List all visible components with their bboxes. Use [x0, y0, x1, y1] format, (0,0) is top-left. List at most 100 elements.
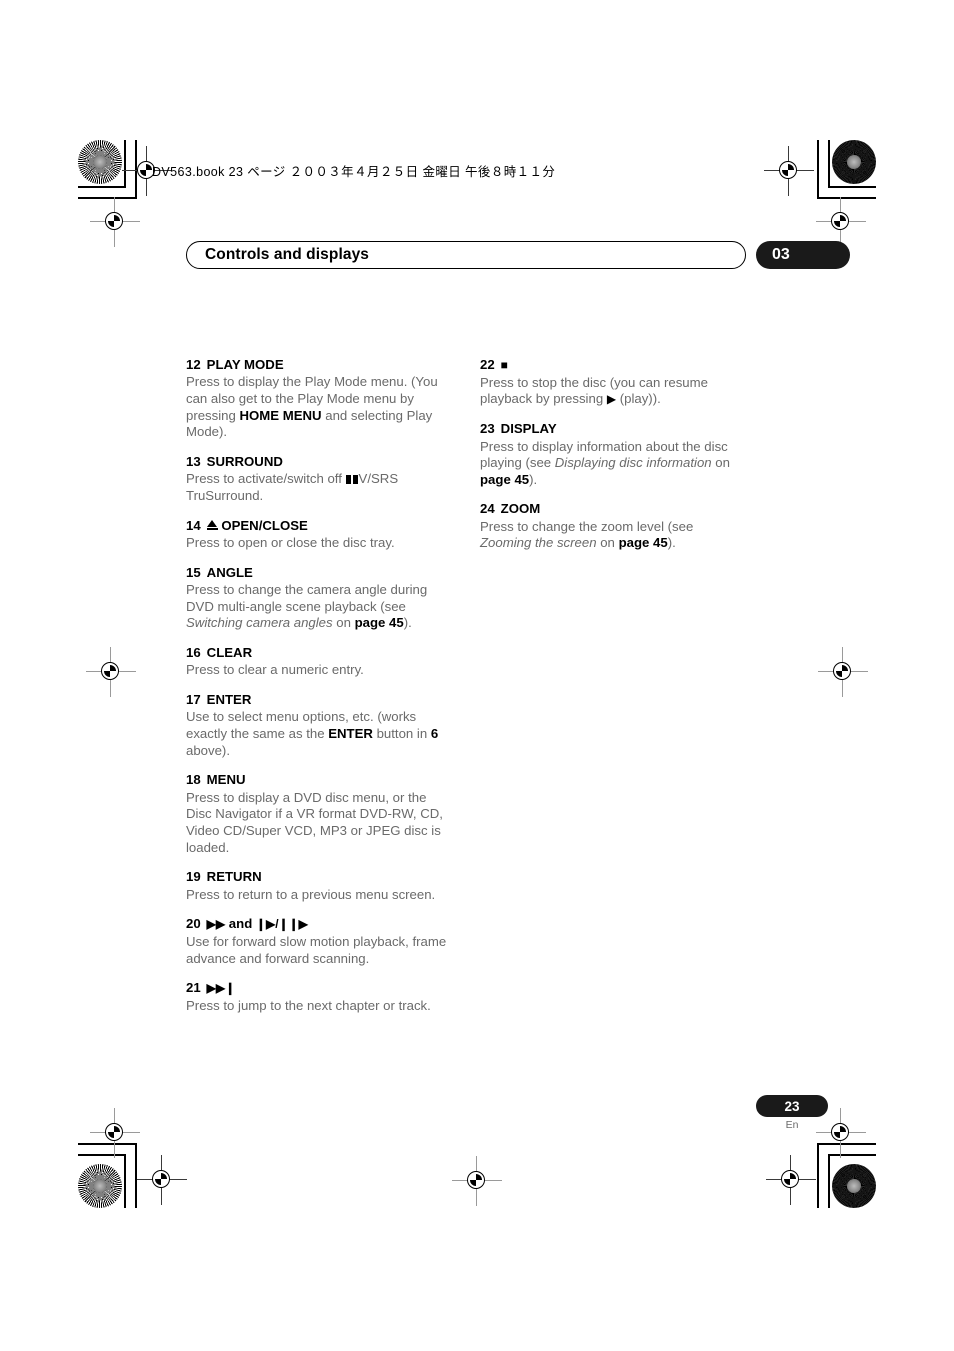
- control-entry: 15 ANGLE Press to change the camera angle …: [186, 564, 451, 632]
- control-entry: 18 MENU Press to display a DVD disc menu, …: [186, 771, 451, 856]
- control-entry-title: 18 MENU: [186, 771, 451, 788]
- control-entry: 19 RETURN Press to return to a previous me…: [186, 868, 451, 903]
- control-entry-title: 19 RETURN: [186, 868, 451, 885]
- control-entry-body: Press to jump to the next chapter or tra…: [186, 998, 431, 1014]
- crop-mark-bottom-right-v2: [817, 1143, 819, 1208]
- crop-mark-bottom-right-v: [828, 1154, 830, 1208]
- control-entry-number: 13: [186, 453, 201, 469]
- crop-mark-top-right-h: [828, 186, 876, 188]
- control-entry: 16 CLEAR Press to clear a numeric entry.: [186, 644, 451, 679]
- control-entry-label: DISPLAY: [500, 421, 557, 437]
- control-entry-number: 17: [186, 691, 201, 707]
- registration-mark-left-lower: [90, 1108, 140, 1158]
- control-entry-number: 19: [186, 869, 201, 885]
- control-entry-body: Press to display information about the d…: [480, 438, 730, 487]
- control-entry-label: RETURN: [206, 869, 262, 885]
- control-entry-number: 15: [186, 564, 201, 580]
- crop-mark-bottom-left-v2: [135, 1143, 137, 1208]
- control-entry-label: MENU: [206, 772, 246, 788]
- print-rosette-top-left: [78, 140, 122, 184]
- control-entry-number: 18: [186, 772, 201, 788]
- control-entry: 12 PLAY MODE Press to display the Play Mod…: [186, 356, 451, 441]
- control-entry-body: Press to open or close the disc tray.: [186, 535, 395, 551]
- control-entry-number: 16: [186, 644, 201, 660]
- registration-mark-right-middle: [818, 647, 868, 697]
- control-entry-label: OPEN/CLOSE: [206, 518, 308, 533]
- registration-mark-right-upper: [816, 197, 866, 247]
- control-entry-title: 13 SURROUND: [186, 453, 451, 470]
- control-entry-title: 24 ZOOM: [480, 500, 745, 517]
- control-entry-number: 23: [480, 421, 495, 437]
- control-entry: 17 ENTER Use to select menu options, etc. …: [186, 691, 451, 759]
- control-entry-label: SURROUND: [206, 453, 283, 469]
- control-entry-title: 16 CLEAR: [186, 644, 451, 661]
- control-entry-title: 21 ▶▶❙: [186, 979, 451, 997]
- control-entry-label: ZOOM: [500, 501, 541, 517]
- crop-mark-top-right-v: [828, 140, 830, 188]
- crop-mark-top-left-v: [124, 140, 126, 188]
- control-entry-title: 15 ANGLE: [186, 564, 451, 581]
- control-entry-body: Press to display a DVD disc menu, or the…: [186, 789, 443, 855]
- control-entry-title: 17 ENTER: [186, 691, 451, 708]
- book-source-line: DV563.book 23 ページ ２００３年４月２５日 金曜日 午後８時１１分: [152, 165, 556, 179]
- control-entry-number: 21: [186, 980, 201, 996]
- control-entry: 24 ZOOM Press to change the zoom level (se…: [480, 500, 745, 552]
- control-entry-body: Press to return to a previous menu scree…: [186, 886, 436, 902]
- page-number-badge: 23: [756, 1095, 828, 1117]
- control-entry-label: ■: [500, 358, 508, 372]
- control-entry-label: ▶▶❙: [206, 981, 236, 996]
- control-entry: 22 ■ Press to stop the disc (you can resum…: [480, 356, 745, 408]
- crop-mark-top-left-h2: [78, 197, 137, 199]
- registration-mark-top-right: [764, 146, 814, 196]
- print-rosette-top-right: [832, 140, 876, 184]
- chapter-badge: 03: [756, 241, 850, 269]
- crop-mark-top-left-h: [78, 186, 126, 188]
- control-entry: 14 OPEN/CLOSE Press to open or close the …: [186, 517, 451, 552]
- control-entry-number: 14: [186, 517, 201, 533]
- control-entry-title: 20 ▶▶ and ❙▶/❙❙▶: [186, 915, 451, 933]
- control-entry-title: 22 ■: [480, 356, 745, 374]
- control-entry-label: ▶▶ and ❙▶/❙❙▶: [206, 916, 308, 932]
- registration-mark-bottom-center: [452, 1156, 502, 1206]
- chapter-number: 03: [772, 246, 790, 263]
- registration-mark-bottom-right: [766, 1155, 816, 1205]
- control-entry-title: 14 OPEN/CLOSE: [186, 517, 451, 534]
- control-entry-body: Press to display the Play Mode menu. (Yo…: [186, 374, 438, 440]
- control-entry-body: Use to select menu options, etc. (works …: [186, 709, 439, 758]
- control-entry-number: 12: [186, 357, 201, 372]
- language-code: En: [785, 1119, 799, 1131]
- crop-mark-bottom-left-v: [124, 1154, 126, 1208]
- control-entry-body: Press to change the camera angle during …: [186, 582, 428, 631]
- crop-mark-top-right-h2: [817, 197, 876, 199]
- control-entry-title: 12 PLAY MODE: [186, 356, 451, 373]
- control-entry-title: 23 DISPLAY: [480, 420, 745, 437]
- control-entry-label: ANGLE: [206, 564, 253, 580]
- print-rosette-bottom-left: [78, 1164, 122, 1208]
- page-title: Controls and displays: [205, 246, 370, 263]
- crop-mark-top-right-v2: [817, 140, 819, 199]
- registration-mark-left-upper: [90, 197, 140, 247]
- crop-mark-bottom-right-h: [828, 1154, 876, 1156]
- control-entry: 23 DISPLAY Press to display information ab…: [480, 420, 745, 488]
- control-entry: 20 ▶▶ and ❙▶/❙❙▶ Use for forward slow moti…: [186, 915, 451, 967]
- control-entry-label: ENTER: [206, 691, 252, 707]
- control-entry-number: 24: [480, 501, 495, 517]
- control-entry-body: Press to stop the disc (you can resume p…: [480, 374, 708, 407]
- control-entry-body: Press to activate/switch off V/SRS TruSu…: [186, 471, 399, 503]
- page-number: 23: [784, 1098, 800, 1114]
- control-entry-body: Press to change the zoom level (see Zoom…: [480, 518, 694, 551]
- crop-mark-bottom-left-h: [78, 1154, 126, 1156]
- print-rosette-bottom-right: [832, 1164, 876, 1208]
- column-right: 22 ■ Press to stop the disc (you can resum…: [480, 356, 745, 564]
- control-entry-number: 22: [480, 357, 495, 372]
- control-entry: 21 ▶▶❙ Press to jump to the next chapter o…: [186, 979, 451, 1014]
- running-head: Controls and displays: [186, 241, 746, 269]
- registration-mark-left-middle: [86, 647, 136, 697]
- control-entry-label: PLAY MODE: [206, 357, 284, 372]
- control-entry: 13 SURROUND Press to activate/switch off V…: [186, 453, 451, 505]
- control-entry-number: 20: [186, 916, 201, 932]
- control-entry-body: Use for forward slow motion playback, fr…: [186, 934, 447, 966]
- registration-mark-bottom-left: [137, 1155, 187, 1205]
- column-left: 12 PLAY MODE Press to display the Play Mod…: [186, 356, 451, 1027]
- control-entry-label: CLEAR: [206, 644, 253, 660]
